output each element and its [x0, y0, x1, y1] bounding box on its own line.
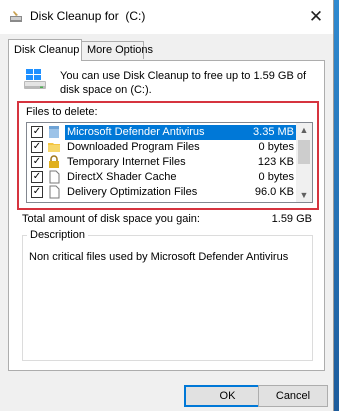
- list-item[interactable]: ✓ Downloaded Program Files 0 bytes: [27, 140, 297, 155]
- list-item[interactable]: ✓ Temporary Internet Files 123 KB: [27, 155, 297, 170]
- item-name: Delivery Optimization Files: [67, 186, 198, 198]
- item-name: Temporary Internet Files: [67, 156, 186, 168]
- disk-cleanup-icon: [10, 11, 22, 22]
- list-item[interactable]: ✓ Delivery Optimization Files 96.0 KB: [27, 185, 297, 200]
- close-button[interactable]: ✕: [303, 4, 329, 30]
- item-name: Downloaded Program Files: [67, 141, 200, 153]
- checkbox[interactable]: ✓: [31, 171, 43, 183]
- item-size: 0 bytes: [258, 141, 294, 153]
- disk-cleanup-dialog: Disk Cleanup for (C:) ✕ Disk Cleanup Mor…: [0, 0, 334, 411]
- item-name: DirectX Shader Cache: [67, 171, 177, 183]
- lock-icon: [49, 155, 59, 168]
- description-group: Description Non critical files used by M…: [22, 229, 313, 361]
- tab-disk-cleanup[interactable]: Disk Cleanup: [8, 39, 82, 61]
- checkbox[interactable]: ✓: [31, 126, 43, 138]
- total-space-value: 1.59 GB: [271, 213, 312, 225]
- window-title: Disk Cleanup for (C:): [30, 9, 146, 23]
- item-name: Microsoft Defender Antivirus: [65, 125, 247, 140]
- files-to-delete-label: Files to delete:: [26, 106, 98, 118]
- intro-text: You can use Disk Cleanup to free up to 1…: [60, 70, 307, 96]
- file-icon: [49, 185, 60, 199]
- list-scrollbar[interactable]: ▲ ▼: [296, 123, 312, 202]
- scroll-down-icon[interactable]: ▼: [296, 188, 312, 202]
- total-space-label: Total amount of disk space you gain:: [22, 213, 200, 225]
- item-size: 123 KB: [257, 156, 294, 168]
- checkbox[interactable]: ✓: [31, 186, 43, 198]
- files-list[interactable]: ✓ Microsoft Defender Antivirus 3.35 MB ✓…: [26, 122, 313, 203]
- description-legend: Description: [27, 229, 89, 241]
- checkbox[interactable]: ✓: [31, 156, 43, 168]
- list-item[interactable]: ✓ Microsoft Defender Antivirus 3.35 MB: [27, 125, 297, 140]
- file-icon: [49, 170, 60, 184]
- list-item[interactable]: ✓ DirectX Shader Cache 0 bytes: [27, 170, 297, 185]
- scroll-thumb[interactable]: [298, 140, 310, 164]
- desktop-background: [334, 0, 339, 411]
- title-bar: Disk Cleanup for (C:) ✕: [0, 0, 333, 34]
- tab-more-options[interactable]: More Options: [81, 41, 153, 59]
- close-icon: ✕: [308, 7, 324, 26]
- files-to-delete-highlight: Files to delete: ✓ Microsoft Defender An…: [17, 101, 319, 210]
- cancel-button[interactable]: Cancel: [258, 385, 328, 407]
- item-size: 0 bytes: [258, 171, 294, 183]
- description-text: Non critical files used by Microsoft Def…: [29, 251, 289, 263]
- folder-icon: [48, 143, 60, 152]
- drive-icon: [24, 69, 46, 89]
- checkbox[interactable]: ✓: [31, 141, 43, 153]
- item-size: 3.35 MB: [227, 125, 297, 140]
- item-size: 96.0 KB: [254, 186, 294, 198]
- folder-blue-icon: [49, 126, 59, 138]
- tab-panel: You can use Disk Cleanup to free up to 1…: [8, 60, 325, 371]
- scroll-up-icon[interactable]: ▲: [296, 123, 312, 137]
